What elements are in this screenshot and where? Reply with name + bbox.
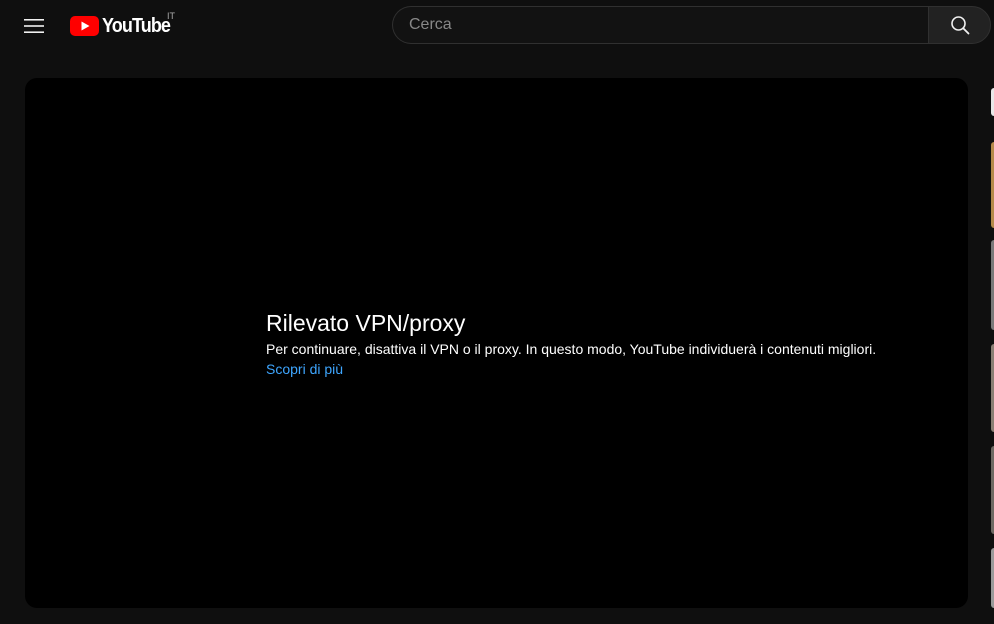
error-message: Per continuare, disattiva il VPN o il pr… [266,341,877,357]
youtube-logo-icon [70,16,99,36]
error-title: Rilevato VPN/proxy [266,310,466,336]
video-player[interactable]: Rilevato VPN/proxy Per continuare, disat… [25,78,968,608]
logo-wordmark: YouTube [102,14,171,37]
guide-menu-button[interactable] [14,6,54,46]
country-code: IT [167,11,175,21]
menu-icon [24,19,44,33]
learn-more-link[interactable]: Scopri di più [266,359,343,379]
search-icon [950,16,969,35]
vpn-error-notice: Rilevato VPN/proxy Per continuare, disat… [266,308,946,379]
search-input[interactable] [393,7,928,43]
search-box [392,6,928,44]
search-button[interactable] [928,6,991,44]
masthead: YouTube IT [0,0,994,56]
youtube-home-logo[interactable]: YouTube [70,13,178,39]
